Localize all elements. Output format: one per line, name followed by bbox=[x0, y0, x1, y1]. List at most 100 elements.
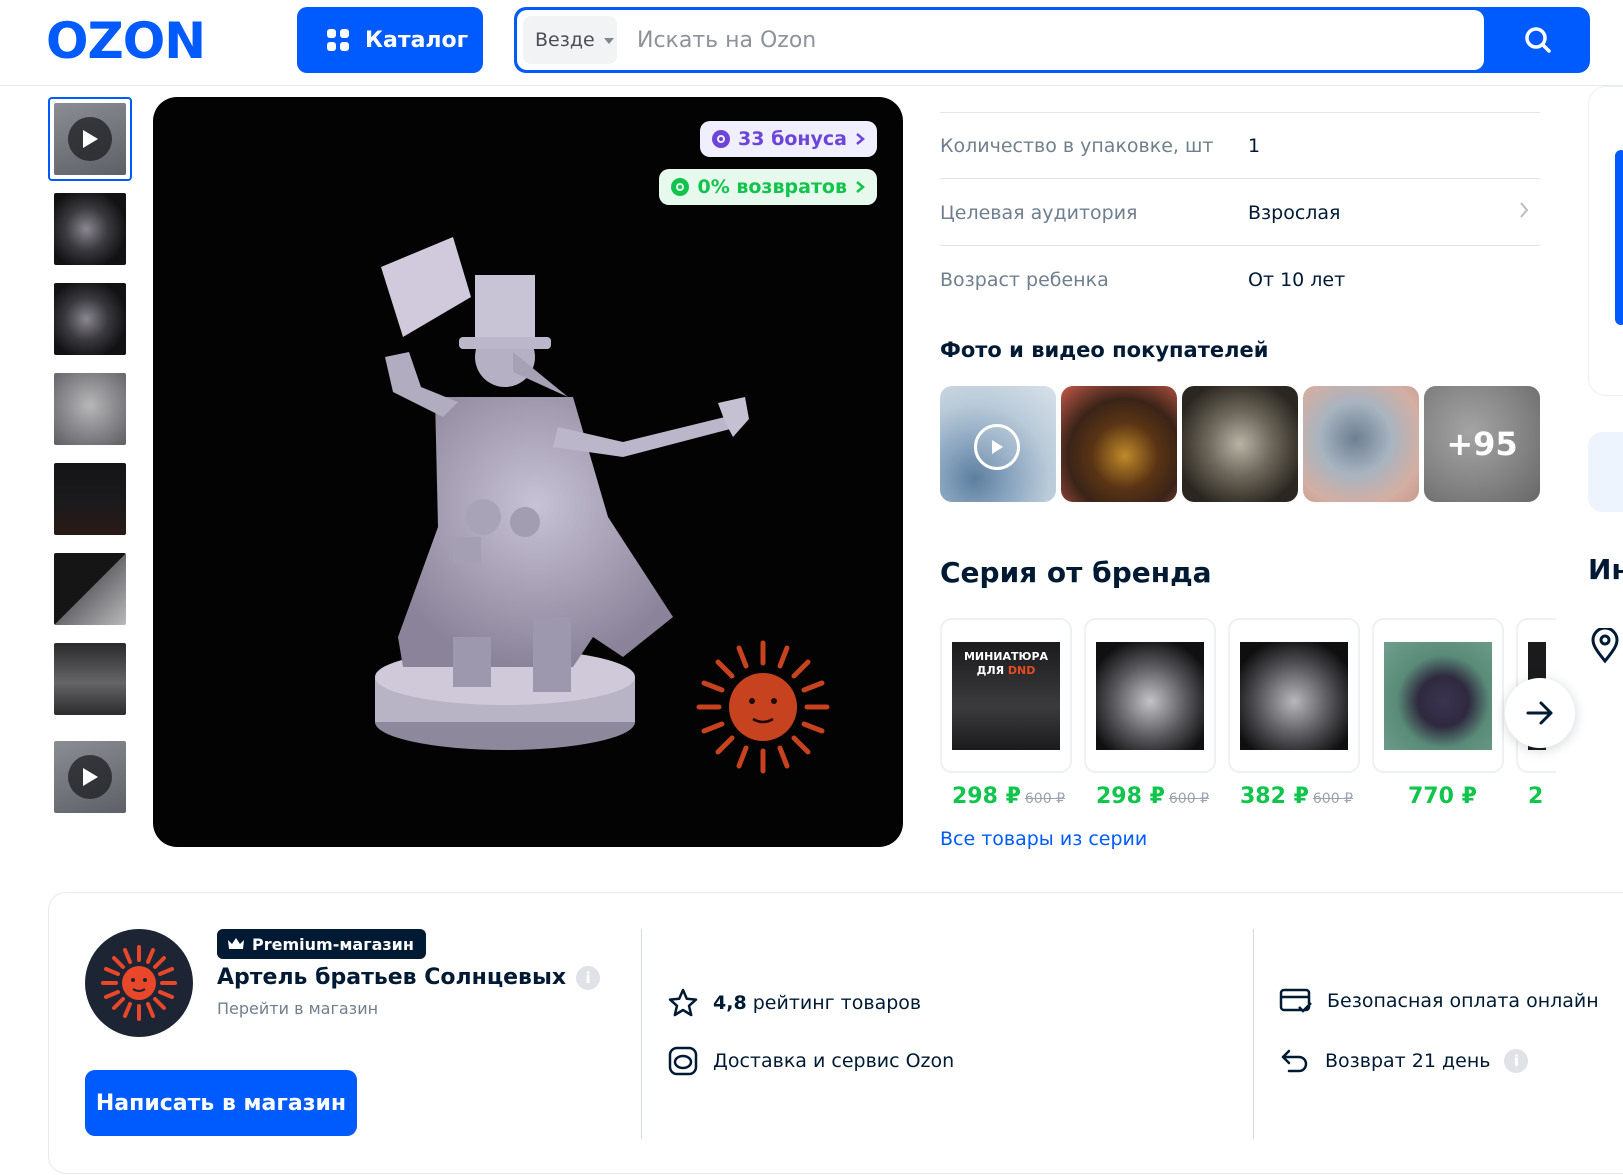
card-check-icon bbox=[1279, 988, 1312, 1013]
more-count: +95 bbox=[1424, 386, 1540, 502]
char-value: 1 bbox=[1248, 135, 1261, 157]
series-image-caption: МИНИАТЮРА ДЛЯ DND bbox=[963, 650, 1049, 677]
returns-badge[interactable]: 0% возвратов bbox=[659, 169, 877, 205]
brand-series-title: Серия от бренда bbox=[940, 556, 1212, 589]
char-key: Целевая аудитория bbox=[940, 202, 1138, 224]
info-icon[interactable]: i bbox=[1504, 1049, 1529, 1073]
sun-logo bbox=[696, 640, 830, 774]
return-text: Возврат 21 день bbox=[1325, 1050, 1491, 1072]
seller-return: Возврат 21 день i bbox=[1279, 1045, 1529, 1077]
thumbnail-image bbox=[54, 463, 126, 535]
customer-photos: +95 bbox=[940, 386, 1540, 502]
thumbnail-image bbox=[54, 283, 126, 355]
series-card[interactable] bbox=[1228, 618, 1360, 773]
catalog-label: Каталог bbox=[365, 27, 469, 53]
catalog-button[interactable]: Каталог bbox=[297, 7, 483, 73]
rating-text: рейтинг товаров bbox=[752, 992, 922, 1014]
seller-name-text: Артель братьев Солнцевых bbox=[217, 965, 567, 990]
customer-photo-thumb[interactable] bbox=[1061, 386, 1177, 502]
thumbnail-image bbox=[54, 373, 126, 445]
thumbnail-4[interactable] bbox=[48, 367, 132, 451]
series-price: 298 ₽600 ₽ bbox=[952, 784, 1065, 809]
bonus-icon bbox=[712, 130, 731, 148]
series-price: 770 ₽ bbox=[1408, 784, 1477, 809]
divider bbox=[1253, 929, 1254, 1139]
chevron-right-icon bbox=[1520, 202, 1529, 218]
sun-logo bbox=[101, 945, 177, 1021]
char-value: От 10 лет bbox=[1248, 269, 1346, 291]
thumbnail-7[interactable] bbox=[48, 637, 132, 721]
customer-photos-more[interactable]: +95 bbox=[1424, 386, 1540, 502]
premium-badge: Premium-магазин bbox=[217, 929, 426, 959]
char-row-child-age: Возраст ребенка От 10 лет bbox=[940, 247, 1540, 313]
chevron-down-icon bbox=[603, 38, 614, 44]
side-panel-info[interactable] bbox=[1588, 432, 1623, 512]
chevron-right-icon bbox=[856, 133, 865, 145]
write-to-store-button[interactable]: Написать в магазин bbox=[85, 1070, 357, 1136]
bonus-badge[interactable]: 33 бонуса bbox=[700, 121, 877, 157]
series-card[interactable]: МИНИАТЮРА ДЛЯ DND bbox=[940, 618, 1072, 773]
seller-payment: Безопасная оплата онлайн bbox=[1279, 987, 1599, 1015]
go-to-store-link[interactable]: Перейти в магазин bbox=[217, 999, 378, 1018]
search-button[interactable] bbox=[1486, 7, 1590, 73]
thumbnail-image bbox=[54, 643, 126, 715]
search-icon bbox=[1525, 27, 1551, 53]
return-arrow-icon bbox=[1281, 1049, 1308, 1073]
customer-media-title: Фото и видео покупателей bbox=[940, 338, 1269, 362]
arrow-right-icon bbox=[1526, 701, 1553, 725]
customer-photo-thumb[interactable] bbox=[1182, 386, 1298, 502]
char-row-audience[interactable]: Целевая аудитория Взрослая bbox=[940, 180, 1540, 246]
thumbnail-3[interactable] bbox=[48, 277, 132, 361]
search-input[interactable] bbox=[637, 20, 1457, 60]
search-field-wrap: Везде bbox=[517, 10, 1484, 70]
play-icon bbox=[68, 755, 112, 799]
returns-label: 0% возвратов bbox=[697, 176, 847, 198]
thumbnail-video[interactable] bbox=[48, 97, 132, 181]
svg-text:OZON: OZON bbox=[46, 14, 205, 66]
location-pin-icon[interactable] bbox=[1590, 628, 1620, 664]
seller-name[interactable]: Артель братьев Солнцевых i bbox=[217, 965, 601, 990]
miniature-figure-image bbox=[375, 237, 830, 774]
search-bar: Везде bbox=[514, 7, 1590, 73]
premium-label: Premium-магазин bbox=[252, 934, 414, 954]
play-icon bbox=[974, 424, 1020, 470]
bonus-label: 33 бонуса bbox=[738, 128, 847, 150]
search-scope-label: Везде bbox=[535, 29, 595, 51]
series-image: МИНИАТЮРА ДЛЯ DND bbox=[952, 642, 1060, 750]
product-main-image[interactable]: 33 бонуса 0% возвратов bbox=[153, 97, 903, 847]
series-price: 382 ₽600 ₽ bbox=[1240, 784, 1353, 809]
customer-video-thumb[interactable] bbox=[940, 386, 1056, 502]
thumbnail-6[interactable] bbox=[48, 547, 132, 631]
search-scope-select[interactable]: Везде bbox=[523, 16, 617, 64]
star-icon bbox=[668, 988, 698, 1017]
thumbnail-image bbox=[54, 193, 126, 265]
side-panel-accent[interactable] bbox=[1615, 150, 1623, 325]
side-section-title: Ин bbox=[1588, 553, 1623, 586]
thumbnail-video-2[interactable] bbox=[48, 735, 132, 819]
info-icon[interactable]: i bbox=[576, 965, 601, 990]
series-image bbox=[1240, 642, 1348, 750]
seller-avatar[interactable] bbox=[85, 929, 193, 1037]
char-row-package-qty: Количество в упаковке, шт 1 bbox=[940, 113, 1540, 179]
customer-photo-thumb[interactable] bbox=[1303, 386, 1419, 502]
seller-delivery: Доставка и сервис Ozon bbox=[667, 1045, 954, 1077]
series-card[interactable] bbox=[1084, 618, 1216, 773]
thumbnail-image bbox=[54, 553, 126, 625]
series-card[interactable] bbox=[1372, 618, 1504, 773]
series-next-button[interactable] bbox=[1505, 678, 1575, 748]
all-series-link[interactable]: Все товары из серии bbox=[940, 828, 1147, 850]
header: OZON Каталог Везде bbox=[0, 0, 1623, 86]
series-price: 298 ₽600 ₽ bbox=[1096, 784, 1209, 809]
seller-block: Premium-магазин Артель братьев Солнцевых… bbox=[48, 892, 1623, 1174]
series-image bbox=[1384, 642, 1492, 750]
return-icon bbox=[671, 178, 690, 196]
play-icon bbox=[68, 117, 112, 161]
thumbnail-2[interactable] bbox=[48, 187, 132, 271]
ozon-logo[interactable]: OZON bbox=[46, 14, 236, 66]
series-price: 2 bbox=[1528, 784, 1544, 809]
delivery-text: Доставка и сервис Ozon bbox=[713, 1050, 955, 1072]
brand-series-carousel: МИНИАТЮРА ДЛЯ DND 298 ₽600 ₽ 298 ₽600 ₽ … bbox=[940, 618, 1580, 828]
seller-rating: 4,8 рейтинг товаров bbox=[667, 987, 921, 1019]
thumbnail-5[interactable] bbox=[48, 457, 132, 541]
series-image bbox=[1096, 642, 1204, 750]
